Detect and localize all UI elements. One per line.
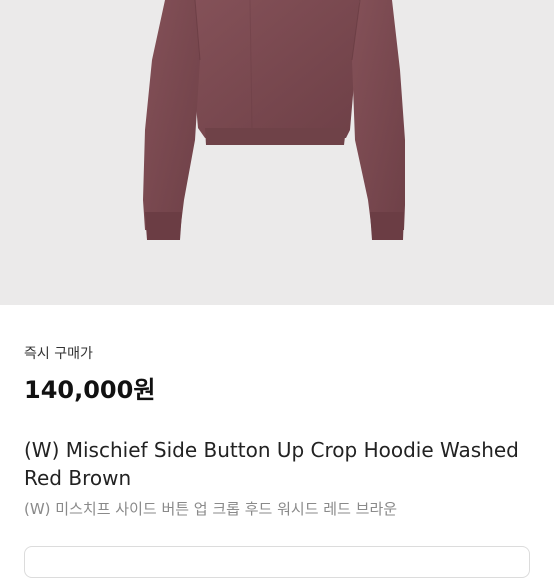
product-image[interactable] bbox=[0, 0, 554, 305]
hoodie-illustration bbox=[143, 0, 405, 240]
instant-buy-label: 즉시 구매가 bbox=[24, 346, 93, 362]
product-subtitle-korean: (W) 미스치프 사이드 버튼 업 크롭 후드 워시드 레드 브라운 bbox=[24, 500, 398, 518]
option-box[interactable] bbox=[24, 546, 530, 578]
product-title: (W) Mischief Side Button Up Crop Hoodie … bbox=[24, 438, 519, 490]
price: 140,000원 bbox=[24, 376, 156, 404]
